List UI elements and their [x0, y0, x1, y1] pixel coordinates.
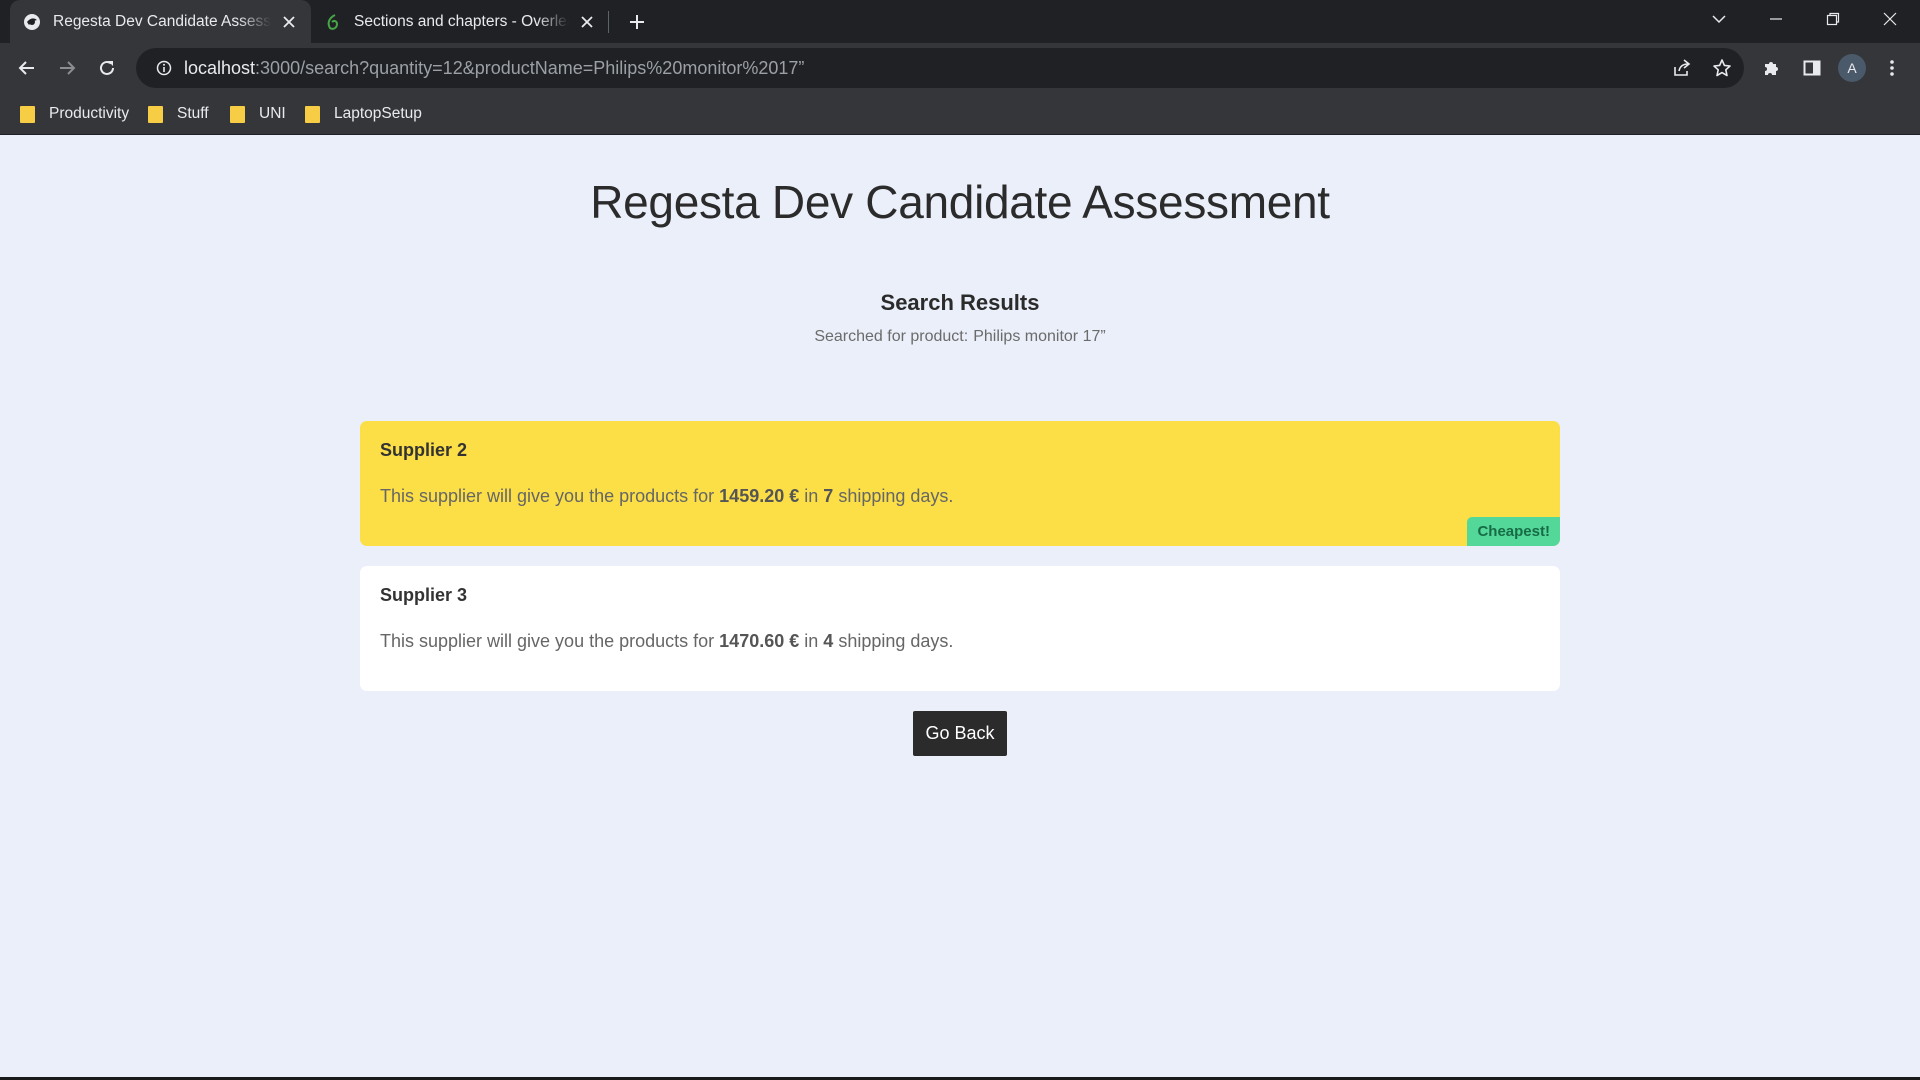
bookmark-productivity[interactable]: Productivity [20, 101, 129, 127]
extensions-puzzle-icon[interactable] [1756, 52, 1788, 84]
forward-arrow-icon[interactable] [51, 52, 83, 84]
offer-price: 1470.60 € [719, 631, 800, 651]
close-window-icon[interactable] [1864, 0, 1916, 38]
offer-text: in [804, 486, 819, 506]
browser-menu-icon[interactable] [1876, 52, 1908, 84]
offer-text: in [804, 631, 819, 651]
searched-for-text: Searched for product: Philips monitor 17” [0, 328, 1920, 346]
searched-prefix: Searched for product: [814, 328, 969, 345]
page-content: Regesta Dev Candidate Assessment Search … [0, 135, 1920, 1078]
tab-overleaf[interactable]: Sections and chapters - Overleaf [311, 0, 609, 43]
offer-card: Supplier 3 This supplier will give you t… [360, 566, 1560, 691]
tab-regesta[interactable]: Regesta Dev Candidate Assessment [10, 0, 311, 43]
bookmark-label: UNI [259, 105, 286, 122]
offer-description: This supplier will give you the products… [380, 486, 953, 507]
folder-icon [20, 105, 35, 123]
bookmark-star-icon[interactable] [1706, 52, 1738, 84]
url-host: localhost [184, 57, 256, 78]
tab-title: Sections and chapters - Overleaf [354, 12, 569, 30]
browser-toolbar: localhost:3000/search?quantity=12&produc… [0, 43, 1920, 93]
offer-text: This supplier will give you the products… [380, 631, 715, 651]
offer-days: 7 [823, 486, 834, 506]
url-text: localhost:3000/search?quantity=12&produc… [184, 58, 804, 79]
page-title: Regesta Dev Candidate Assessment [590, 176, 1330, 228]
tab-search-chevron-icon[interactable] [1693, 0, 1745, 38]
bookmark-label: Productivity [49, 105, 130, 122]
profile-avatar[interactable]: A [1838, 54, 1866, 82]
offer-days: 4 [823, 631, 834, 651]
bookmarks-bar: Productivity Stuff UNI LaptopSetup [0, 93, 1920, 135]
offer-price: 1459.20 € [719, 486, 800, 506]
share-icon[interactable] [1666, 52, 1698, 84]
supplier-name: Supplier 2 [380, 440, 468, 460]
overleaf-favicon-icon [323, 12, 343, 32]
site-favicon-icon [22, 12, 42, 32]
site-info-icon[interactable] [144, 60, 184, 76]
offer-description: This supplier will give you the products… [380, 631, 953, 652]
bookmark-uni[interactable]: UNI [230, 101, 286, 127]
go-back-button[interactable]: Go Back [913, 711, 1007, 756]
bookmark-laptopsetup[interactable]: LaptopSetup [305, 101, 422, 127]
folder-icon [230, 105, 245, 123]
close-tab-icon[interactable] [577, 12, 597, 32]
url-path: :3000/search?quantity=12&productName=Phi… [255, 57, 805, 78]
results-heading: Search Results [880, 290, 1040, 315]
folder-icon [148, 105, 163, 123]
new-tab-icon[interactable] [624, 9, 650, 35]
address-bar[interactable]: localhost:3000/search?quantity=12&produc… [136, 48, 1744, 88]
tab-divider [608, 11, 609, 33]
tab-title: Regesta Dev Candidate Assessment [53, 12, 271, 30]
offer-text: shipping days. [838, 631, 954, 651]
folder-icon [305, 105, 320, 123]
searched-product: Philips monitor 17” [973, 328, 1106, 345]
restore-icon[interactable] [1807, 0, 1859, 38]
offer-card: Supplier 2 This supplier will give you t… [360, 421, 1560, 546]
offer-text: shipping days. [838, 486, 954, 506]
bookmark-label: LaptopSetup [334, 105, 422, 122]
bookmark-label: Stuff [177, 105, 209, 122]
back-arrow-icon[interactable] [11, 52, 43, 84]
offer-text: This supplier will give you the products… [380, 486, 715, 506]
reload-icon[interactable] [91, 52, 123, 84]
side-panel-icon[interactable] [1796, 52, 1828, 84]
close-tab-icon[interactable] [279, 12, 299, 32]
cheapest-badge: Cheapest! [1467, 517, 1560, 546]
bookmark-stuff[interactable]: Stuff [148, 101, 209, 127]
minimize-icon[interactable] [1750, 0, 1802, 38]
browser-tab-strip: Regesta Dev Candidate Assessment Section… [0, 0, 1920, 43]
supplier-name: Supplier 3 [380, 585, 468, 605]
